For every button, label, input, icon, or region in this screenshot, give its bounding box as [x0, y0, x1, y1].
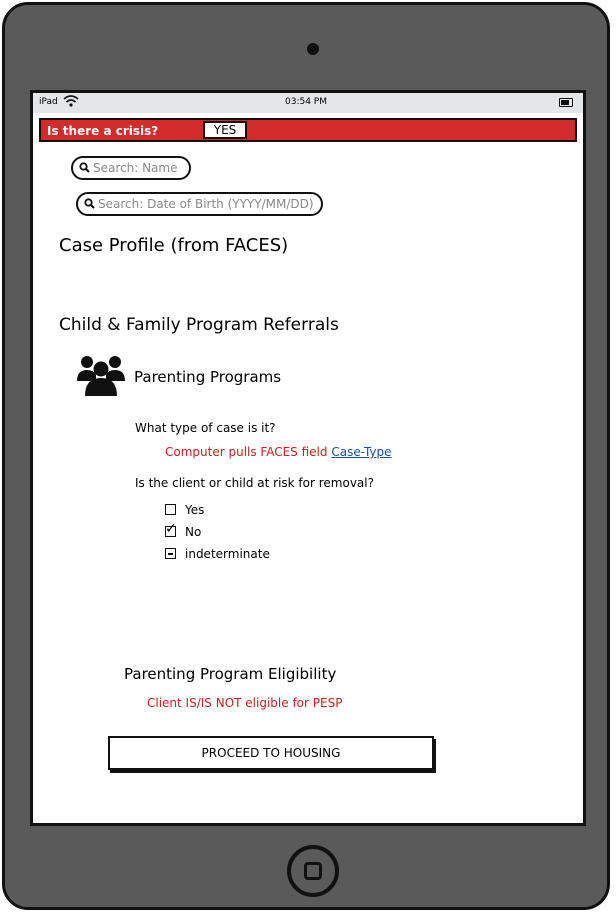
case-profile-title: Case Profile (from FACES)	[59, 235, 289, 256]
option-label: indeterminate	[185, 547, 270, 561]
search-name-input[interactable]: Search: Name	[71, 156, 191, 180]
option-label: No	[185, 525, 202, 539]
home-button[interactable]	[287, 845, 339, 897]
battery-icon	[559, 98, 573, 107]
risk-question: Is the client or child at risk for remov…	[135, 476, 374, 490]
wifi-icon	[63, 94, 79, 111]
crisis-label: Is there a crisis?	[47, 124, 159, 138]
case-type-note-row: Computer pulls FACES field Case-Type	[165, 445, 392, 459]
search-dob-placeholder: Search: Date of Birth (YYYY/MM/DD)	[98, 197, 314, 211]
clock: 03:54 PM	[285, 97, 327, 107]
search-name-placeholder: Search: Name	[93, 161, 178, 175]
crisis-yes-button[interactable]: YES	[203, 121, 247, 139]
checkbox-unchecked[interactable]	[165, 504, 176, 515]
checkbox-checked[interactable]: ✓	[165, 521, 177, 537]
case-type-note: Computer pulls FACES field	[165, 445, 328, 459]
people-group-icon	[77, 351, 125, 401]
eligibility-title: Parenting Program Eligibility	[124, 665, 337, 683]
search-icon	[79, 162, 90, 176]
screen: iPad 03:54 PM Is there a crisis? YES Sea…	[30, 90, 586, 826]
camera-dot	[307, 43, 319, 55]
home-button-icon	[304, 862, 322, 880]
referrals-title: Child & Family Program Referrals	[59, 315, 339, 335]
checkmark-icon: ✓	[165, 521, 177, 537]
program-title: Parenting Programs	[134, 368, 282, 386]
status-bar: iPad 03:54 PM	[33, 93, 583, 113]
case-type-link[interactable]: Case-Type	[331, 445, 391, 459]
option-label: Yes	[185, 503, 205, 517]
case-type-question: What type of case is it?	[135, 421, 276, 435]
minus-icon	[168, 553, 173, 555]
device-label: iPad	[39, 97, 58, 107]
search-icon	[84, 198, 95, 212]
eligibility-note: Client IS/IS NOT eligible for PESP	[147, 696, 343, 710]
proceed-to-housing-button[interactable]: PROCEED TO HOUSING	[108, 736, 434, 770]
crisis-bar: Is there a crisis? YES	[39, 118, 577, 142]
search-dob-input[interactable]: Search: Date of Birth (YYYY/MM/DD)	[76, 192, 323, 216]
checkbox-indeterminate[interactable]	[165, 548, 176, 559]
